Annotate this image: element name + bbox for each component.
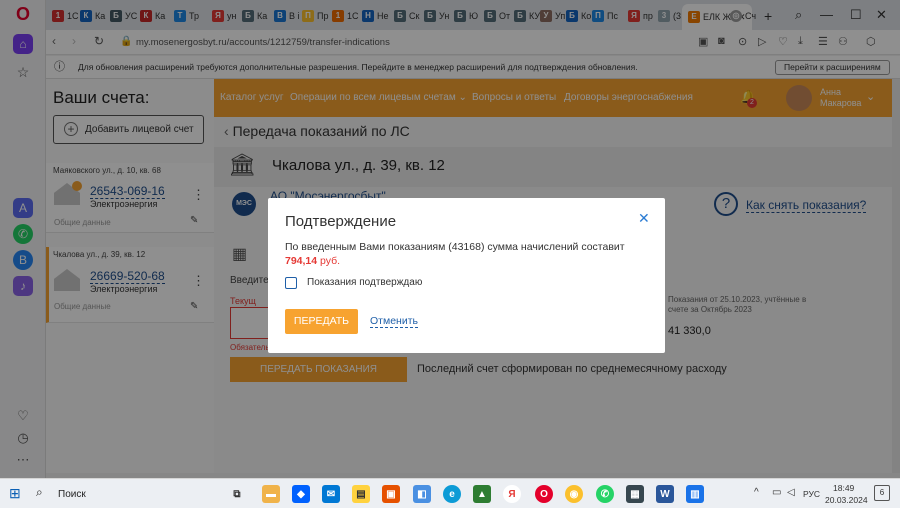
- network-icon[interactable]: ▭: [772, 487, 781, 498]
- dropbox-icon[interactable]: ◆: [292, 485, 310, 503]
- clock-date[interactable]: 20.03.2024: [825, 495, 868, 505]
- word-icon[interactable]: W: [656, 485, 674, 503]
- search-icon[interactable]: ⌕: [36, 485, 43, 500]
- cancel-link[interactable]: Отменить: [370, 315, 418, 328]
- confirm-submit-button[interactable]: ПЕРЕДАТЬ: [285, 309, 358, 334]
- confirmation-dialog: Подтверждение ✕ По введенным Вами показа…: [268, 198, 665, 353]
- whatsapp-taskbar-icon[interactable]: ✆: [596, 485, 614, 503]
- yandex-icon[interactable]: Я: [503, 485, 521, 503]
- volume-icon[interactable]: ◁: [787, 487, 795, 498]
- file-explorer-icon[interactable]: ▬: [262, 485, 280, 503]
- windows-taskbar: ⊞ ⌕ Поиск ⧉ ▬ ◆ ✉ ▤ ▣ ◧ e ▲ Я O ◉ ✆ ▦ W …: [0, 478, 900, 508]
- clock-time[interactable]: 18:49: [833, 483, 854, 493]
- taskbar-search[interactable]: Поиск: [58, 489, 86, 500]
- close-icon[interactable]: ✕: [638, 210, 650, 227]
- task-view-icon[interactable]: ⧉: [228, 485, 246, 503]
- app-icon-chart[interactable]: ▥: [686, 485, 704, 503]
- edge-icon[interactable]: e: [443, 485, 461, 503]
- language-indicator[interactable]: РУС: [803, 489, 820, 499]
- confirm-checkbox[interactable]: [285, 277, 297, 289]
- chrome-icon[interactable]: ◉: [565, 485, 583, 503]
- opera-icon[interactable]: O: [535, 485, 553, 503]
- currency: руб.: [320, 255, 341, 267]
- mail-icon[interactable]: ✉: [322, 485, 340, 503]
- app-icon-green[interactable]: ▲: [473, 485, 491, 503]
- app-icon-dark[interactable]: ▦: [626, 485, 644, 503]
- tray-chevron-icon[interactable]: ^: [754, 487, 759, 498]
- app-icon-blue[interactable]: ◧: [413, 485, 431, 503]
- app-icon-orange[interactable]: ▣: [382, 485, 400, 503]
- charge-amount: 794,14: [285, 255, 318, 267]
- notification-center-icon[interactable]: 6: [874, 485, 890, 501]
- windows-start-icon[interactable]: ⊞: [9, 485, 21, 502]
- checkbox-label: Показания подтверждаю: [307, 277, 423, 288]
- dialog-title: Подтверждение: [285, 213, 397, 230]
- amount-line: 794,14 руб.: [285, 255, 340, 267]
- folder-icon[interactable]: ▤: [352, 485, 370, 503]
- dialog-message: По введенным Вами показаниям (43168) сум…: [285, 241, 625, 253]
